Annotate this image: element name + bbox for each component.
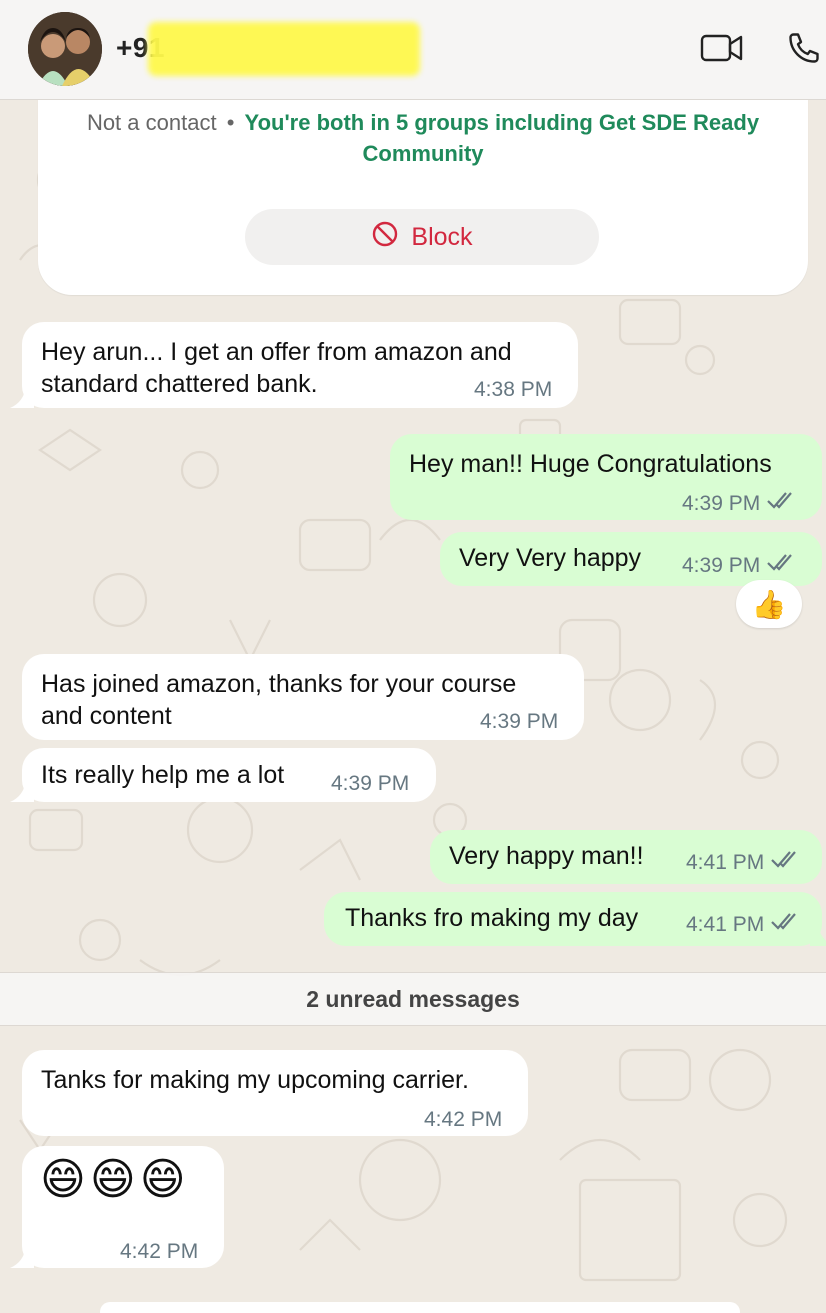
message-input-edge[interactable] [100, 1302, 740, 1313]
message-bubble-incoming[interactable]: Its really help me a lot 4:39 PM [10, 748, 436, 802]
message-text: Hey arun... I get an offer from amazon a… [41, 338, 512, 398]
redaction-highlight [148, 22, 420, 76]
message-text: Very happy man!! [449, 842, 644, 870]
message-bubble-outgoing[interactable]: Hey man!! Huge Congratulations 4:39 PM [390, 434, 822, 520]
message-bubble-outgoing[interactable]: Very Very happy 4:39 PM [440, 532, 822, 586]
unread-messages-divider: 2 unread messages [0, 972, 826, 1026]
message-time-wrap: 4:41 PM [686, 909, 800, 941]
message-text: Tanks for making my upcoming carrier. [41, 1066, 469, 1094]
message-time: 4:39 PM [480, 710, 559, 733]
message-bubble-outgoing[interactable]: Very happy man!! 4:41 PM [430, 830, 822, 884]
message-text: Thanks fro making my day [345, 904, 639, 932]
message-time: 4:39 PM [682, 492, 761, 515]
message-text: Its really help me a lot [41, 761, 285, 789]
phone-icon[interactable] [786, 30, 822, 71]
message-bubble-incoming[interactable]: Has joined amazon, thanks for your cours… [22, 654, 584, 740]
message-time: 4:41 PM [686, 913, 765, 936]
separator-dot: • [226, 110, 235, 135]
not-contact-label: Not a contact [86, 110, 217, 135]
message-time: 4:39 PM [331, 772, 410, 795]
message-bubble-incoming[interactable]: 😄😄😄 4:42 PM [10, 1146, 224, 1268]
message-time: 4:38 PM [474, 378, 553, 401]
message-time-wrap: 4:39 PM [682, 550, 796, 582]
message-text: Hey man!! Huge Congratulations [409, 450, 772, 478]
thumbs-up-reaction[interactable]: 👍 [736, 580, 802, 628]
chat-header: +91 [0, 0, 826, 100]
double-check-icon [770, 909, 800, 941]
message-bubble-incoming[interactable]: Tanks for making my upcoming carrier. 4:… [22, 1050, 528, 1136]
message-text: Very Very happy [459, 544, 642, 572]
contact-info-card: Not a contact • You're both in 5 groups … [38, 80, 808, 295]
avatar[interactable] [28, 12, 102, 86]
emoji-message: 😄😄😄 [40, 1155, 190, 1204]
message-time-wrap: 4:39 PM [682, 488, 796, 520]
message-time: 4:39 PM [682, 554, 761, 577]
message-time: 4:42 PM [120, 1240, 199, 1263]
double-check-icon [770, 847, 800, 879]
message-bubble-incoming[interactable]: Hey arun... I get an offer from amazon a… [10, 322, 578, 408]
video-camera-icon[interactable] [700, 30, 744, 71]
block-circle-icon [371, 220, 399, 255]
message-time: 4:42 PM [424, 1108, 503, 1131]
message-bubble-outgoing[interactable]: Thanks fro making my day 4:41 PM [324, 892, 826, 946]
contact-info-text: Not a contact • You're both in 5 groups … [68, 107, 778, 169]
common-groups-link[interactable]: You're both in 5 groups including Get SD… [245, 110, 760, 166]
double-check-icon [766, 488, 796, 520]
block-label: Block [411, 222, 473, 251]
double-check-icon [766, 550, 796, 582]
message-time: 4:41 PM [686, 851, 765, 874]
message-time-wrap: 4:41 PM [686, 847, 800, 879]
block-button[interactable]: Block [245, 209, 599, 265]
message-text: Has joined amazon, thanks for your cours… [41, 670, 517, 730]
